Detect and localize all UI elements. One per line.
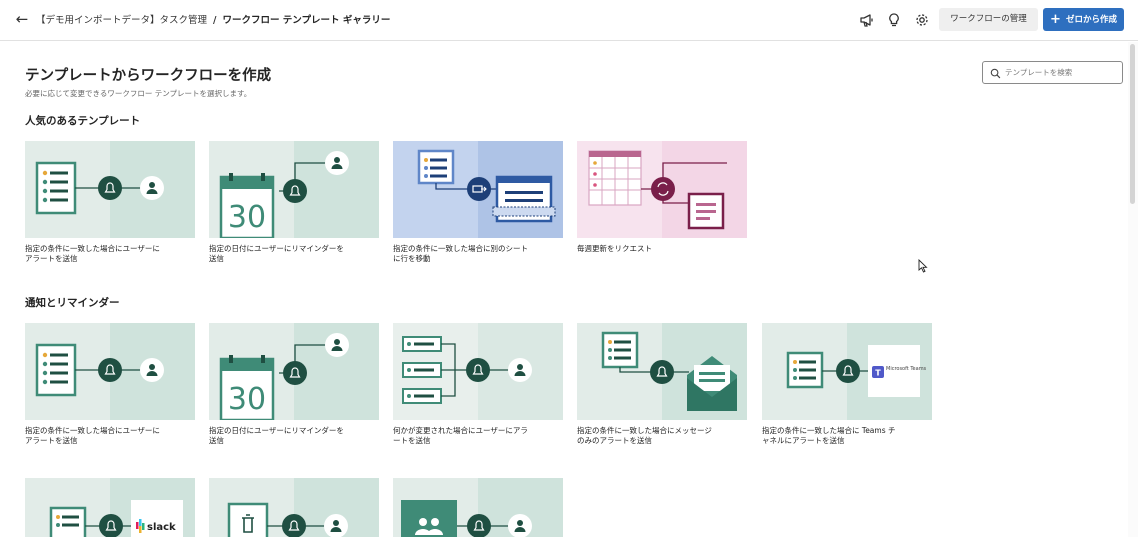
template-caption: 指定の日付にユーザーにリマインダーを 送信	[209, 426, 344, 445]
breadcrumb-current: ワークフロー テンプレート ギャラリー	[222, 15, 391, 26]
plus-icon: +	[1050, 12, 1061, 27]
top-bar: ← 【デモ用インポートデータ】タスク管理 / ワークフロー テンプレート ギャラリー…	[0, 0, 1138, 41]
scrollbar-thumb[interactable]	[1130, 44, 1135, 204]
template-card[interactable]: slack	[25, 478, 195, 537]
template-card[interactable]: 30 指定の日付にユーザーにリマインダーを 送信	[209, 141, 379, 264]
template-caption: 何かが変更された場合にユーザーにアラ ートを送信	[393, 426, 528, 445]
section-title-notifications: 通知とリマインダー	[25, 297, 120, 309]
back-arrow-icon[interactable]: ←	[12, 9, 32, 29]
gear-icon[interactable]	[914, 12, 930, 28]
template-thumbnail: 30	[209, 323, 379, 420]
teams-brand-label: Microsoft Teams	[886, 366, 927, 372]
template-caption: 指定の条件に一致した場合にユーザーに アラートを送信	[25, 244, 160, 263]
search-box[interactable]	[982, 61, 1123, 84]
template-caption: 毎週更新をリクエスト	[577, 244, 652, 253]
svg-text:30: 30	[228, 382, 266, 417]
template-thumbnail	[25, 141, 195, 238]
mouse-cursor-icon	[918, 259, 928, 273]
search-input[interactable]	[1005, 64, 1117, 81]
template-caption: 指定の日付にユーザーにリマインダーを 送信	[209, 244, 344, 263]
template-card[interactable]	[393, 478, 563, 537]
create-from-scratch-button[interactable]: + ゼロから作成	[1043, 8, 1124, 31]
template-card[interactable]: 30 指定の日付にユーザーにリマインダーを 送信	[209, 323, 379, 446]
template-thumbnail	[577, 141, 747, 238]
template-card[interactable]: 指定の条件に一致した場合にユーザーに アラートを送信	[25, 141, 195, 264]
template-thumbnail: T Microsoft Teams	[762, 323, 932, 420]
template-caption: 指定の条件に一致した場合に別のシート に行を移動	[393, 244, 528, 263]
template-caption: 指定の条件に一致した場合に Teams チャネルにアラートを送信	[762, 426, 896, 445]
page-subtitle: 必要に応じて変更できるワークフロー テンプレートを選択します。	[25, 89, 252, 98]
template-caption: 指定の条件に一致した場合にユーザーに アラートを送信	[25, 426, 160, 445]
lightbulb-icon[interactable]	[886, 12, 902, 28]
breadcrumb-parent[interactable]: 【デモ用インポートデータ】タスク管理	[36, 15, 207, 26]
template-card[interactable]: 指定の条件に一致した場合にメッセージ のみのアラートを送信	[577, 323, 747, 446]
slack-brand-label: slack	[147, 522, 176, 533]
template-thumbnail	[25, 323, 195, 420]
breadcrumb-separator: /	[213, 15, 217, 26]
create-button-label: ゼロから作成	[1065, 15, 1117, 25]
template-thumbnail	[393, 478, 563, 537]
template-card[interactable]: 毎週更新をリクエスト	[577, 141, 747, 254]
breadcrumb: 【デモ用インポートデータ】タスク管理 / ワークフロー テンプレート ギャラリー	[36, 12, 390, 26]
template-thumbnail: slack	[25, 478, 195, 537]
template-thumbnail: 30	[209, 141, 379, 238]
template-thumbnail	[209, 478, 379, 537]
manage-workflows-button[interactable]: ワークフローの管理	[939, 8, 1038, 31]
template-card[interactable]: 指定の条件に一致した場合にユーザーに アラートを送信	[25, 323, 195, 446]
template-caption: 指定の条件に一致した場合にメッセージ のみのアラートを送信	[577, 426, 712, 445]
template-thumbnail	[577, 323, 747, 420]
svg-text:30: 30	[228, 200, 266, 235]
megaphone-icon[interactable]	[859, 12, 875, 28]
template-card[interactable]	[209, 478, 379, 537]
section-title-popular: 人気のあるテンプレート	[25, 115, 141, 127]
svg-text:T: T	[875, 369, 881, 378]
template-card[interactable]: T Microsoft Teams 指定の条件に一致した場合に Teams チャ…	[762, 323, 932, 446]
template-thumbnail	[393, 141, 563, 238]
template-card[interactable]: 指定の条件に一致した場合に別のシート に行を移動	[393, 141, 563, 264]
template-thumbnail	[393, 323, 563, 420]
search-icon	[990, 68, 1001, 79]
template-card[interactable]: 何かが変更された場合にユーザーにアラ ートを送信	[393, 323, 563, 446]
page-title: テンプレートからワークフローを作成	[25, 68, 272, 84]
